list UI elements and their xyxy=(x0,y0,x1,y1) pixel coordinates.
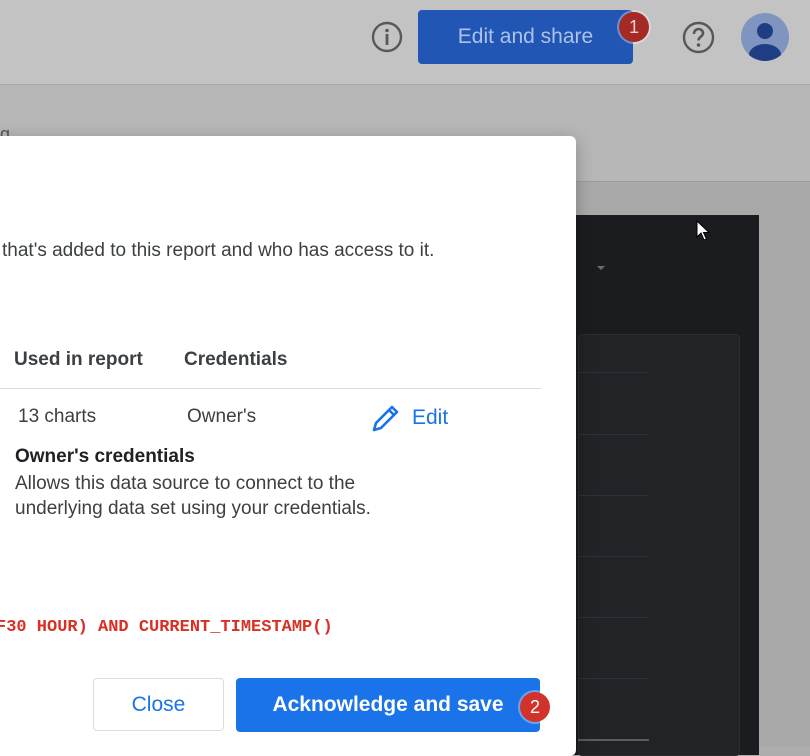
table-divider xyxy=(0,388,541,389)
credentials-info-title: Owner's credentials xyxy=(15,446,195,467)
chart-gridline xyxy=(578,434,648,435)
edit-credentials-button[interactable]: Edit xyxy=(370,402,448,434)
report-chart-panel xyxy=(578,334,740,756)
account-avatar[interactable] xyxy=(741,13,789,61)
dropdown-caret-icon xyxy=(597,266,605,270)
column-header-used-in-report: Used in report xyxy=(14,349,143,370)
chart-baseline xyxy=(578,739,649,741)
help-icon xyxy=(682,21,715,54)
column-header-credentials: Credentials xyxy=(184,349,288,370)
chart-gridline xyxy=(578,617,648,618)
edit-label: Edit xyxy=(412,406,449,429)
credentials-info-description: Allows this data source to connect to th… xyxy=(15,473,371,519)
edit-and-share-button[interactable]: Edit and share xyxy=(418,10,633,64)
info-button[interactable] xyxy=(371,21,403,53)
credentials-value: Owner's xyxy=(187,406,257,427)
dialog-intro-text: that's added to this report and who has … xyxy=(2,240,435,261)
step-badge-1: 1 xyxy=(619,12,649,42)
chart-gridline xyxy=(578,556,648,557)
sql-query-snippet: F30 HOUR) AND CURRENT_TIMESTAMP() xyxy=(0,618,333,637)
help-button[interactable] xyxy=(682,21,715,54)
avatar-icon xyxy=(749,23,781,61)
chart-gridline xyxy=(578,495,648,496)
info-icon xyxy=(371,21,403,53)
used-in-report-value: 13 charts xyxy=(18,406,97,427)
acknowledge-and-save-button[interactable]: Acknowledge and save xyxy=(236,678,540,732)
chart-gridline xyxy=(578,678,648,679)
close-button[interactable]: Close xyxy=(93,678,224,731)
mouse-cursor-icon xyxy=(696,220,710,241)
pencil-icon xyxy=(372,405,399,432)
step-badge-2: 2 xyxy=(520,692,550,722)
chart-gridline xyxy=(578,372,648,373)
